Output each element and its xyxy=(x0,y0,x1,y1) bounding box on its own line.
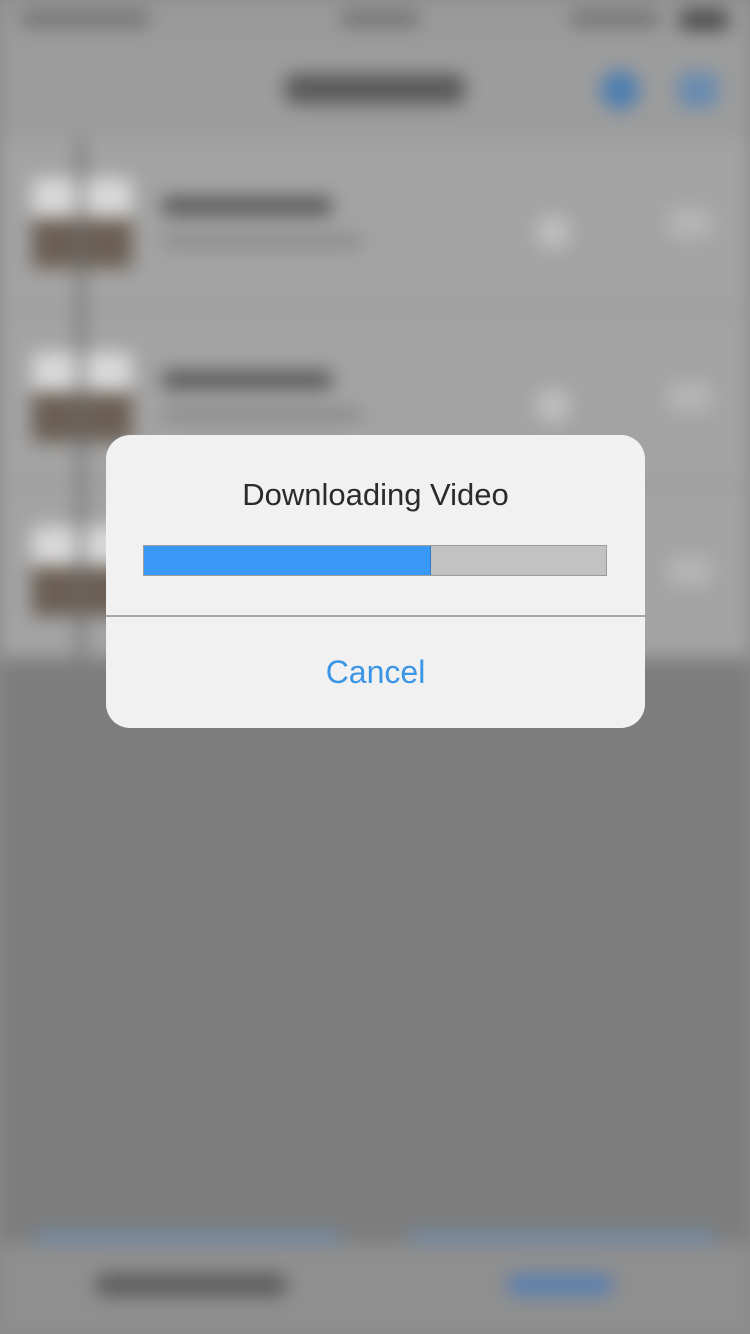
battery-icon xyxy=(680,10,728,30)
toolbar-indicator xyxy=(36,1232,340,1242)
list-item-subtitle xyxy=(162,408,362,422)
battery-percent xyxy=(570,12,660,26)
list-item xyxy=(0,138,750,312)
bottom-toolbar xyxy=(0,1232,750,1334)
nav-title xyxy=(285,74,465,104)
download-progress-bar xyxy=(143,545,607,576)
download-icon xyxy=(668,556,712,586)
download-icon xyxy=(668,382,712,412)
progress-fill xyxy=(144,546,432,575)
settings-icon xyxy=(678,72,718,108)
download-icon xyxy=(668,208,712,238)
clock xyxy=(340,12,420,26)
cancel-button[interactable]: Cancel xyxy=(106,617,645,728)
status-bar xyxy=(0,0,750,40)
toolbar-indicator xyxy=(410,1232,714,1242)
dialog-title: Downloading Video xyxy=(242,477,509,512)
list-item-subtitle xyxy=(162,234,362,248)
toolbar-right-label xyxy=(508,1274,612,1296)
signal-indicator xyxy=(20,12,150,26)
info-icon xyxy=(600,70,640,110)
list-item-title xyxy=(162,196,332,216)
play-icon xyxy=(535,388,571,424)
timeline-line xyxy=(78,138,84,658)
empty-area xyxy=(0,658,750,1244)
download-progress-dialog: Downloading Video Cancel xyxy=(106,435,645,728)
navigation-bar xyxy=(0,40,750,138)
toolbar-left-label xyxy=(96,1274,286,1296)
list-item-title xyxy=(162,370,332,390)
play-icon xyxy=(535,214,571,250)
